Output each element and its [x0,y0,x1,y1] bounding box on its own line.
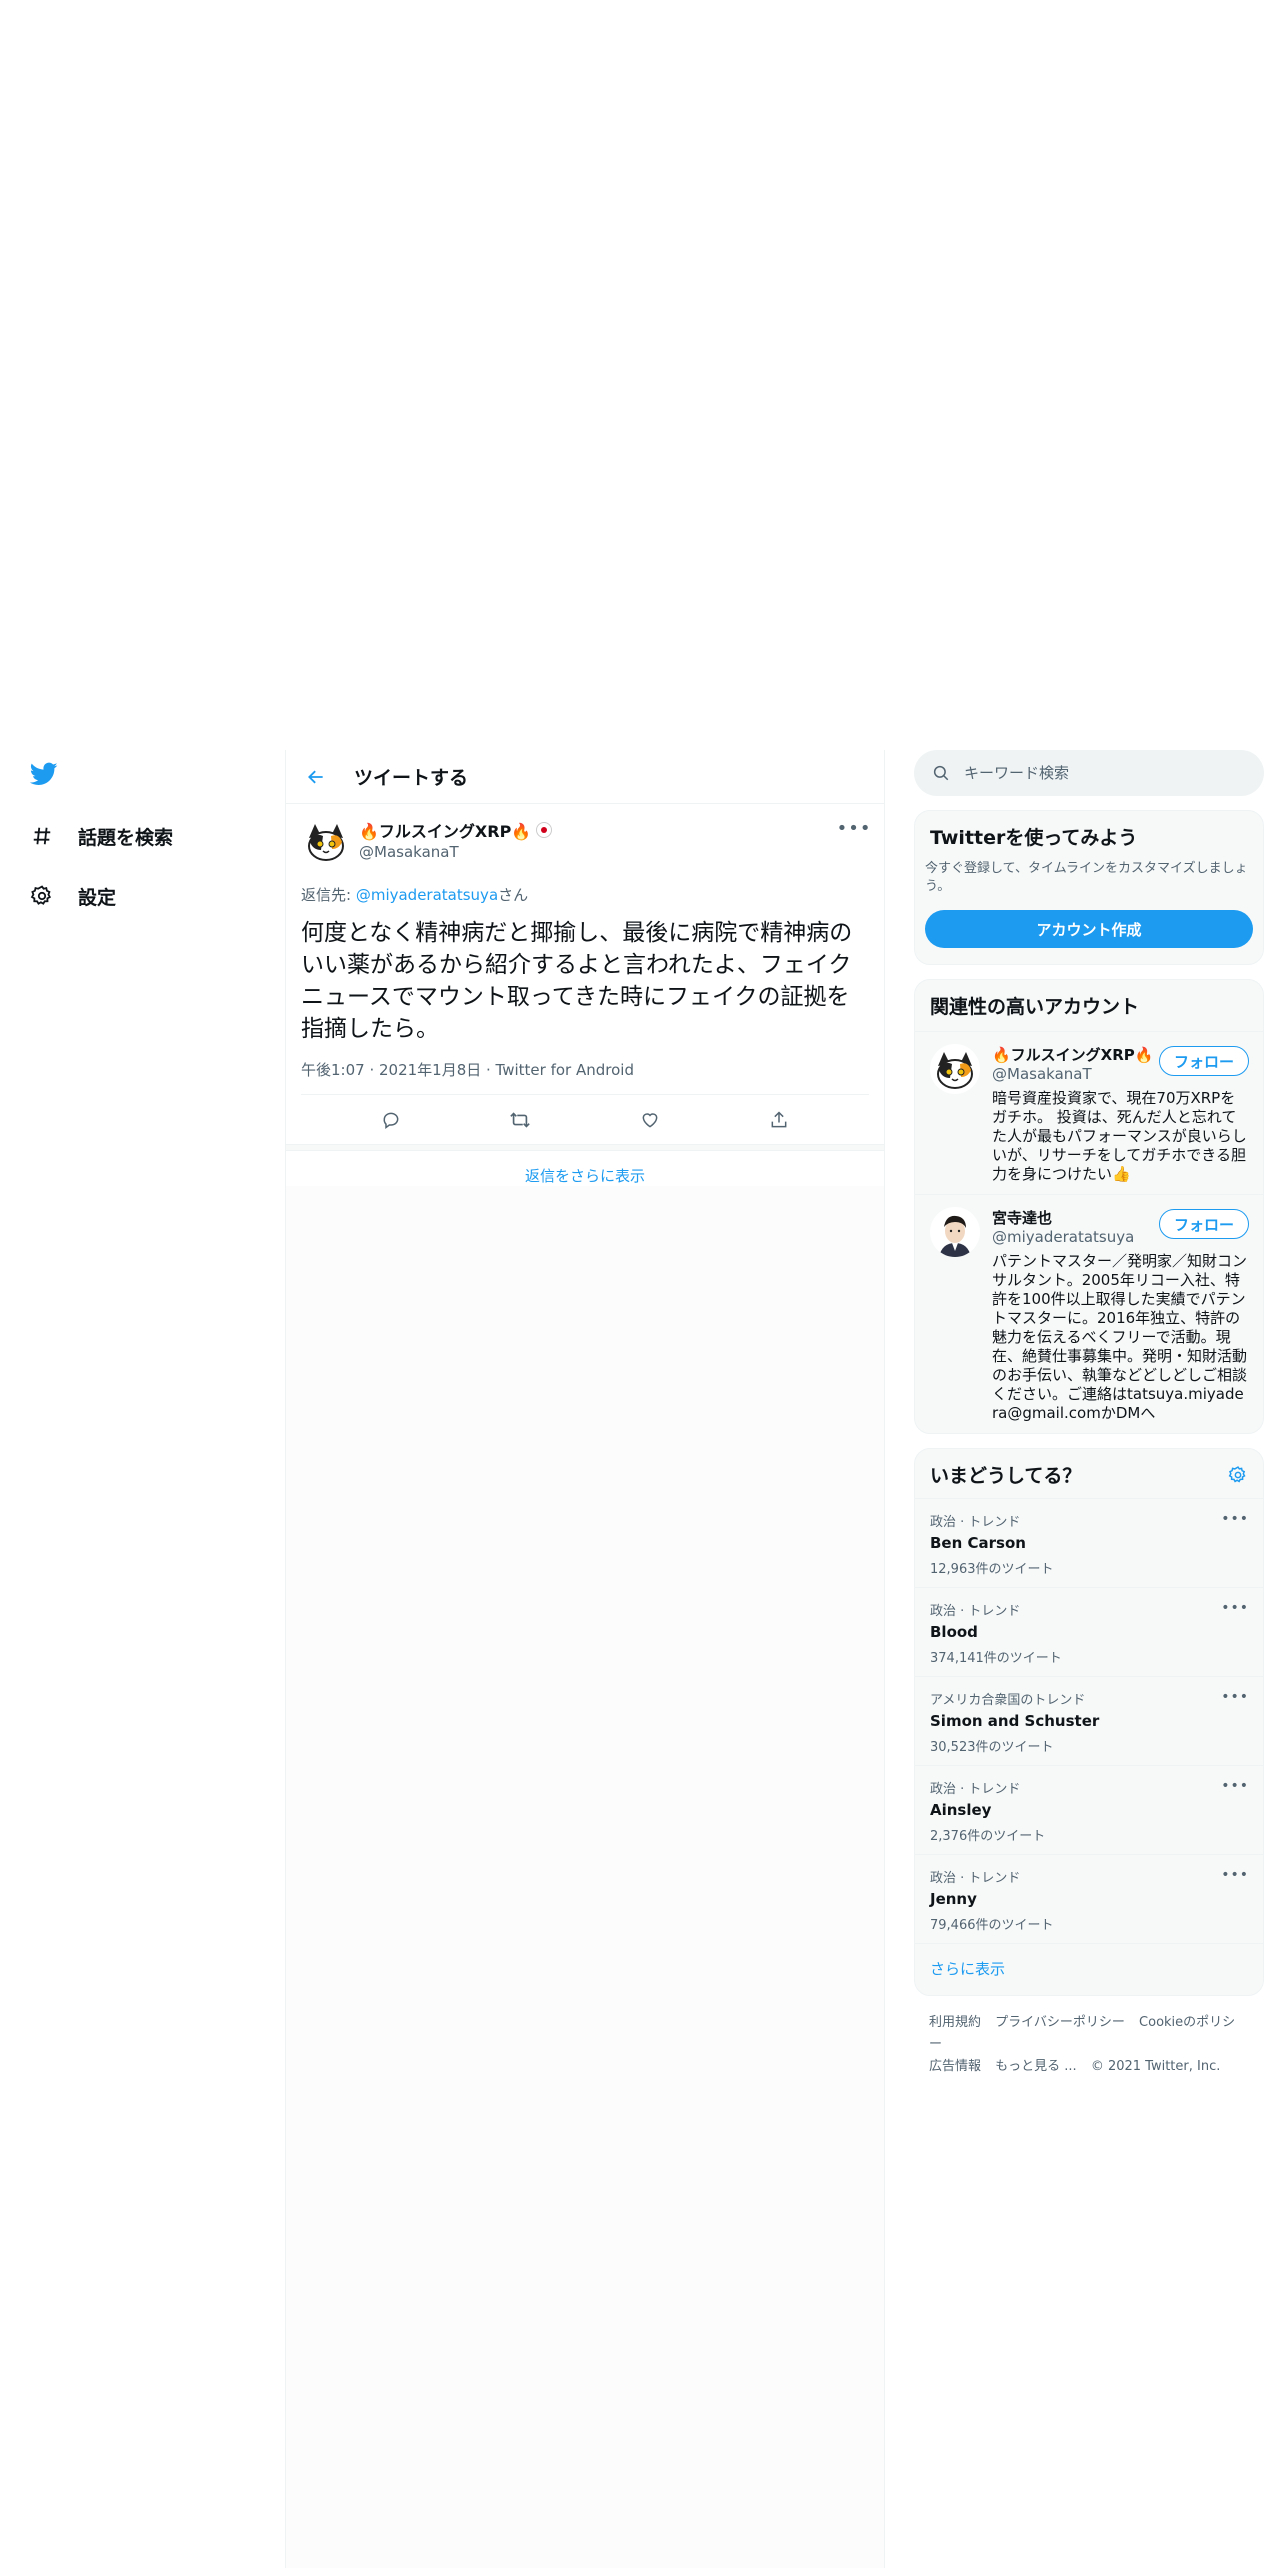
account-bio: パテントマスター／発明家／知財コンサルタント。2005年リコー入社、特許を100… [992,1252,1248,1422]
tweet-timestamp[interactable]: 午後1:07 · 2021年1月8日 · Twitter for Android [301,1059,869,1095]
signup-text: 今すぐ登録して、タイムラインをカスタマイズしましょう。 [925,861,1248,894]
trend-category: 政治 · トレンド [930,1871,1021,1886]
nav-explore-label: 話題を検索 [78,826,174,849]
tweet-author-name[interactable]: 🔥フルスイングXRP🔥 [359,818,553,842]
footer-link-privacy[interactable]: プライバシーポリシー [995,2015,1125,2030]
search-icon [933,765,949,781]
more-options-button[interactable]: ••• [1221,1778,1249,1794]
trend-item[interactable]: 政治 · トレンド Ainsley 2,376件のツイート ••• [915,1765,1263,1854]
more-options-button[interactable]: ••• [1221,1511,1249,1527]
follow-button[interactable]: フォロー [1158,1046,1249,1076]
trend-count: 374,141件のツイート [930,1651,1062,1666]
gear-icon [28,882,56,910]
footer-link-ads[interactable]: 広告情報 [929,2059,981,2074]
trend-name: Ben Carson [930,1534,1026,1552]
nav-settings[interactable]: 設定 [28,876,116,916]
reply-icon [383,1112,399,1129]
related-accounts-title: 関連性の高いアカウント [930,996,1140,1018]
arrow-left-icon [308,770,323,783]
signup-title: Twitterを使ってみよう [930,827,1138,849]
more-options-button[interactable]: ••• [1221,1689,1249,1705]
trend-name: Jenny [930,1890,977,1908]
trend-count: 79,466件のツイート [930,1918,1054,1933]
main-column: ツイートする 🔥フルスイングXRP🔥 @MasakanaT ••• 返信先: @… [285,750,885,2568]
trend-name: Simon and Schuster [930,1712,1100,1730]
trend-item[interactable]: 政治 · トレンド Jenny 79,466件のツイート ••• [915,1854,1263,1943]
share-icon [771,1110,787,1127]
empty-timeline-area [286,1186,884,2568]
japan-flag-icon [536,822,553,838]
retweet-button[interactable] [502,1102,538,1138]
trend-item[interactable]: アメリカ合衆国のトレンド Simon and Schuster 30,523件の… [915,1676,1263,1765]
like-button[interactable] [632,1102,668,1138]
trend-category: アメリカ合衆国のトレンド [930,1693,1086,1708]
tweet-detail: 🔥フルスイングXRP🔥 @MasakanaT ••• 返信先: @miyader… [286,804,884,1095]
more-options-button[interactable]: ••• [1221,1600,1249,1616]
account-item[interactable]: 🔥フルスイングXRP🔥 @MasakanaT 暗号資産投資家で、現在70万XRP… [915,1031,1263,1194]
footer-link-more[interactable]: もっと見る ... [995,2059,1077,2074]
reply-button[interactable] [373,1102,409,1138]
trend-count: 30,523件のツイート [930,1740,1054,1755]
trends-title: いまどうしてる？ [930,1465,1082,1487]
nav-settings-label: 設定 [78,886,117,909]
tweet-actions [286,1095,884,1145]
avatar[interactable] [301,816,351,866]
gear-icon[interactable] [1228,1465,1248,1485]
account-item[interactable]: 宮寺達也 @miyaderatatsuya パテントマスター／発明家／知財コンサ… [915,1194,1263,1433]
heart-icon [642,1112,658,1128]
more-options-button[interactable]: ••• [837,818,871,839]
copyright: © 2021 Twitter, Inc. [1090,2059,1221,2074]
blank-header-area [0,0,1284,750]
trend-category: 政治 · トレンド [930,1782,1021,1797]
signup-card: Twitterを使ってみよう 今すぐ登録して、タイムラインをカスタマイズしましょ… [914,810,1264,965]
left-navigation: 話題を検索 設定 [0,750,285,2568]
trend-item[interactable]: 政治 · トレンド Ben Carson 12,963件のツイート ••• [915,1498,1263,1587]
follow-button[interactable]: フォロー [1158,1209,1249,1239]
nav-explore[interactable]: 話題を検索 [28,816,173,856]
trend-count: 12,963件のツイート [930,1562,1054,1577]
main-header: ツイートする [286,750,884,804]
more-options-button[interactable]: ••• [1221,1867,1249,1883]
share-button[interactable] [761,1102,797,1138]
related-accounts-card: 関連性の高いアカウント 🔥フルスイングXRP🔥 @MasakanaT 暗号資産投… [914,979,1264,1434]
trend-category: 政治 · トレンド [930,1515,1021,1530]
account-bio: 暗号資産投資家で、現在70万XRPをガチホ。 投資は、死んだ人と忘れてた人が最も… [992,1089,1247,1183]
trends-card: いまどうしてる？ 政治 · トレンド Ben Carson 12,963件のツイ… [914,1448,1264,1996]
retweet-icon [510,1111,531,1128]
tweet-text: 何度となく精神病だと揶揄し、最後に病院で精神病のいい薬があるから紹介するよと言わ… [301,920,853,1042]
right-sidebar: Twitterを使ってみよう 今すぐ登録して、タイムラインをカスタマイズしましょ… [914,750,1264,2094]
avatar[interactable] [930,1044,980,1094]
reply-to-link[interactable]: @miyaderatatsuya [356,886,498,904]
hashtag-icon [28,822,56,850]
twitter-logo-icon[interactable] [28,760,62,794]
trend-name: Ainsley [930,1801,992,1819]
search-input[interactable] [964,764,1224,782]
create-account-button[interactable]: アカウント作成 [925,910,1253,948]
trend-category: 政治 · トレンド [930,1604,1021,1619]
footer-link-terms[interactable]: 利用規約 [929,2015,981,2030]
back-button[interactable] [296,757,336,797]
reply-to-line: 返信先: @miyaderatatsuyaさん [301,886,529,904]
page-title: ツイートする [354,767,469,789]
avatar[interactable] [930,1207,980,1257]
tweet-author-handle[interactable]: @MasakanaT [359,843,552,861]
show-more-trends-link[interactable]: さらに表示 [915,1943,1263,1995]
trend-name: Blood [930,1623,978,1641]
trend-count: 2,376件のツイート [930,1829,1046,1844]
search-box[interactable] [914,750,1264,796]
trend-item[interactable]: 政治 · トレンド Blood 374,141件のツイート ••• [915,1587,1263,1676]
footer: 利用規約 プライバシーポリシー Cookieのポリシー 広告情報 もっと見る .… [914,1996,1264,2094]
